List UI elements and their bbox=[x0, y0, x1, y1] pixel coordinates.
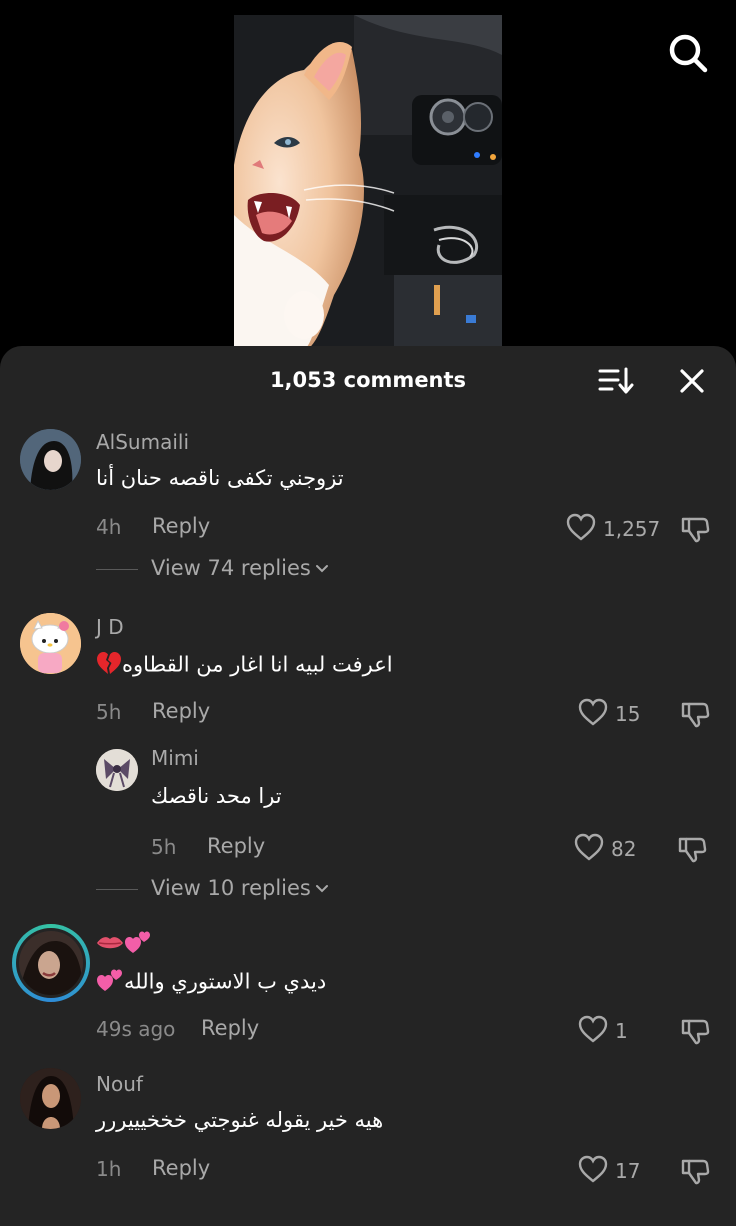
heart-icon bbox=[574, 833, 604, 861]
reply-button[interactable]: Reply bbox=[201, 1016, 259, 1040]
like-button[interactable]: 82 bbox=[574, 833, 644, 863]
comment-text: تزوجني تكفى ناقصه حنان أنا bbox=[96, 466, 344, 490]
two-hearts-emoji bbox=[124, 929, 152, 960]
chevron-down-icon bbox=[315, 885, 328, 893]
view-replies-label: View 10 replies bbox=[151, 876, 311, 900]
like-count: 1,257 bbox=[603, 517, 661, 541]
comment-text-row: ديدي ب الاستوري والله bbox=[96, 967, 326, 998]
reply-username[interactable]: Mimi bbox=[151, 746, 199, 770]
comment-time: 4h bbox=[96, 515, 122, 539]
dislike-icon bbox=[678, 837, 707, 863]
divider-line bbox=[96, 569, 138, 570]
comment-username[interactable]: Nouf bbox=[96, 1072, 143, 1096]
comment-username-emoji[interactable] bbox=[96, 929, 152, 960]
comment-item: J D اعرفت لبيه انا اغار من القطاوه 5h Re… bbox=[0, 611, 736, 911]
chevron-down-icon bbox=[315, 565, 328, 573]
search-button[interactable] bbox=[666, 31, 710, 75]
search-icon bbox=[669, 34, 708, 73]
lips-emoji bbox=[96, 933, 124, 957]
avatar[interactable] bbox=[96, 749, 138, 791]
view-replies-label: View 74 replies bbox=[151, 556, 311, 580]
view-replies-button[interactable]: View 10 replies bbox=[96, 876, 356, 904]
reply-time: 5h bbox=[151, 835, 177, 859]
kitten-image bbox=[234, 15, 502, 350]
dislike-icon bbox=[681, 1019, 710, 1045]
dislike-button[interactable] bbox=[680, 1156, 710, 1186]
comment-username[interactable]: AlSumaili bbox=[96, 430, 189, 454]
reply-item: Mimi ترا محد ناقصك 5h Reply 82 bbox=[0, 746, 736, 866]
like-count: 1 bbox=[615, 1019, 628, 1043]
reply-text: ترا محد ناقصك bbox=[151, 784, 282, 808]
reply-button[interactable]: Reply bbox=[152, 699, 210, 723]
dislike-button[interactable] bbox=[680, 699, 710, 729]
comment-item: Nouf هيه خير يقوله غنوجتي خخخيييررر 1h R… bbox=[0, 1068, 736, 1208]
like-button[interactable]: 15 bbox=[578, 698, 648, 728]
avatar bbox=[19, 931, 83, 995]
comment-item: AlSumaili تزوجني تكفى ناقصه حنان أنا 4h … bbox=[0, 426, 736, 596]
dislike-button[interactable] bbox=[680, 514, 710, 544]
close-icon bbox=[680, 369, 704, 393]
two-hearts-emoji bbox=[96, 967, 124, 998]
video-player[interactable] bbox=[0, 0, 736, 360]
dislike-icon bbox=[681, 1159, 710, 1185]
comment-item: ديدي ب الاستوري والله 49s ago Reply 1 bbox=[0, 921, 736, 1051]
divider-line bbox=[96, 889, 138, 890]
dislike-icon bbox=[681, 517, 710, 543]
like-button[interactable]: 1,257 bbox=[566, 513, 666, 543]
comments-sheet: 1,053 comments AlSumaili تزوجني تكفى ناق… bbox=[0, 346, 736, 1226]
reply-button[interactable]: Reply bbox=[152, 514, 210, 538]
comment-username[interactable]: J D bbox=[96, 615, 124, 639]
video-thumbnail-kitten[interactable] bbox=[234, 15, 502, 350]
comment-time: 1h bbox=[96, 1157, 122, 1181]
avatar-story-ring[interactable] bbox=[12, 924, 90, 1002]
sort-icon bbox=[598, 367, 634, 394]
comment-text-row: اعرفت لبيه انا اغار من القطاوه bbox=[96, 651, 393, 680]
like-count: 17 bbox=[615, 1159, 641, 1183]
view-replies-button[interactable]: View 74 replies bbox=[96, 556, 356, 584]
comment-time: 49s ago bbox=[96, 1017, 176, 1041]
like-button[interactable]: 17 bbox=[578, 1155, 648, 1185]
dislike-button[interactable] bbox=[680, 1016, 710, 1046]
like-button[interactable]: 1 bbox=[578, 1015, 638, 1045]
avatar[interactable] bbox=[20, 1068, 81, 1129]
dislike-button[interactable] bbox=[677, 834, 707, 864]
sort-button[interactable] bbox=[598, 366, 634, 396]
heart-icon bbox=[578, 1015, 608, 1043]
comment-text: ديدي ب الاستوري والله bbox=[124, 969, 327, 994]
reply-button[interactable]: Reply bbox=[207, 834, 265, 858]
heart-icon bbox=[578, 1155, 608, 1183]
comments-header: 1,053 comments bbox=[0, 346, 736, 414]
heart-icon bbox=[578, 698, 608, 726]
heart-icon bbox=[566, 513, 596, 541]
reply-button[interactable]: Reply bbox=[152, 1156, 210, 1180]
comment-text: هيه خير يقوله غنوجتي خخخيييررر bbox=[96, 1108, 384, 1132]
avatar[interactable] bbox=[20, 613, 81, 674]
like-count: 15 bbox=[615, 702, 641, 726]
like-count: 82 bbox=[611, 837, 637, 861]
comment-text: اعرفت لبيه انا اغار من القطاوه bbox=[122, 652, 393, 677]
close-button[interactable] bbox=[676, 365, 708, 397]
dislike-icon bbox=[681, 702, 710, 728]
broken-heart-emoji bbox=[96, 651, 122, 680]
avatar[interactable] bbox=[20, 429, 81, 490]
comment-time: 5h bbox=[96, 700, 122, 724]
